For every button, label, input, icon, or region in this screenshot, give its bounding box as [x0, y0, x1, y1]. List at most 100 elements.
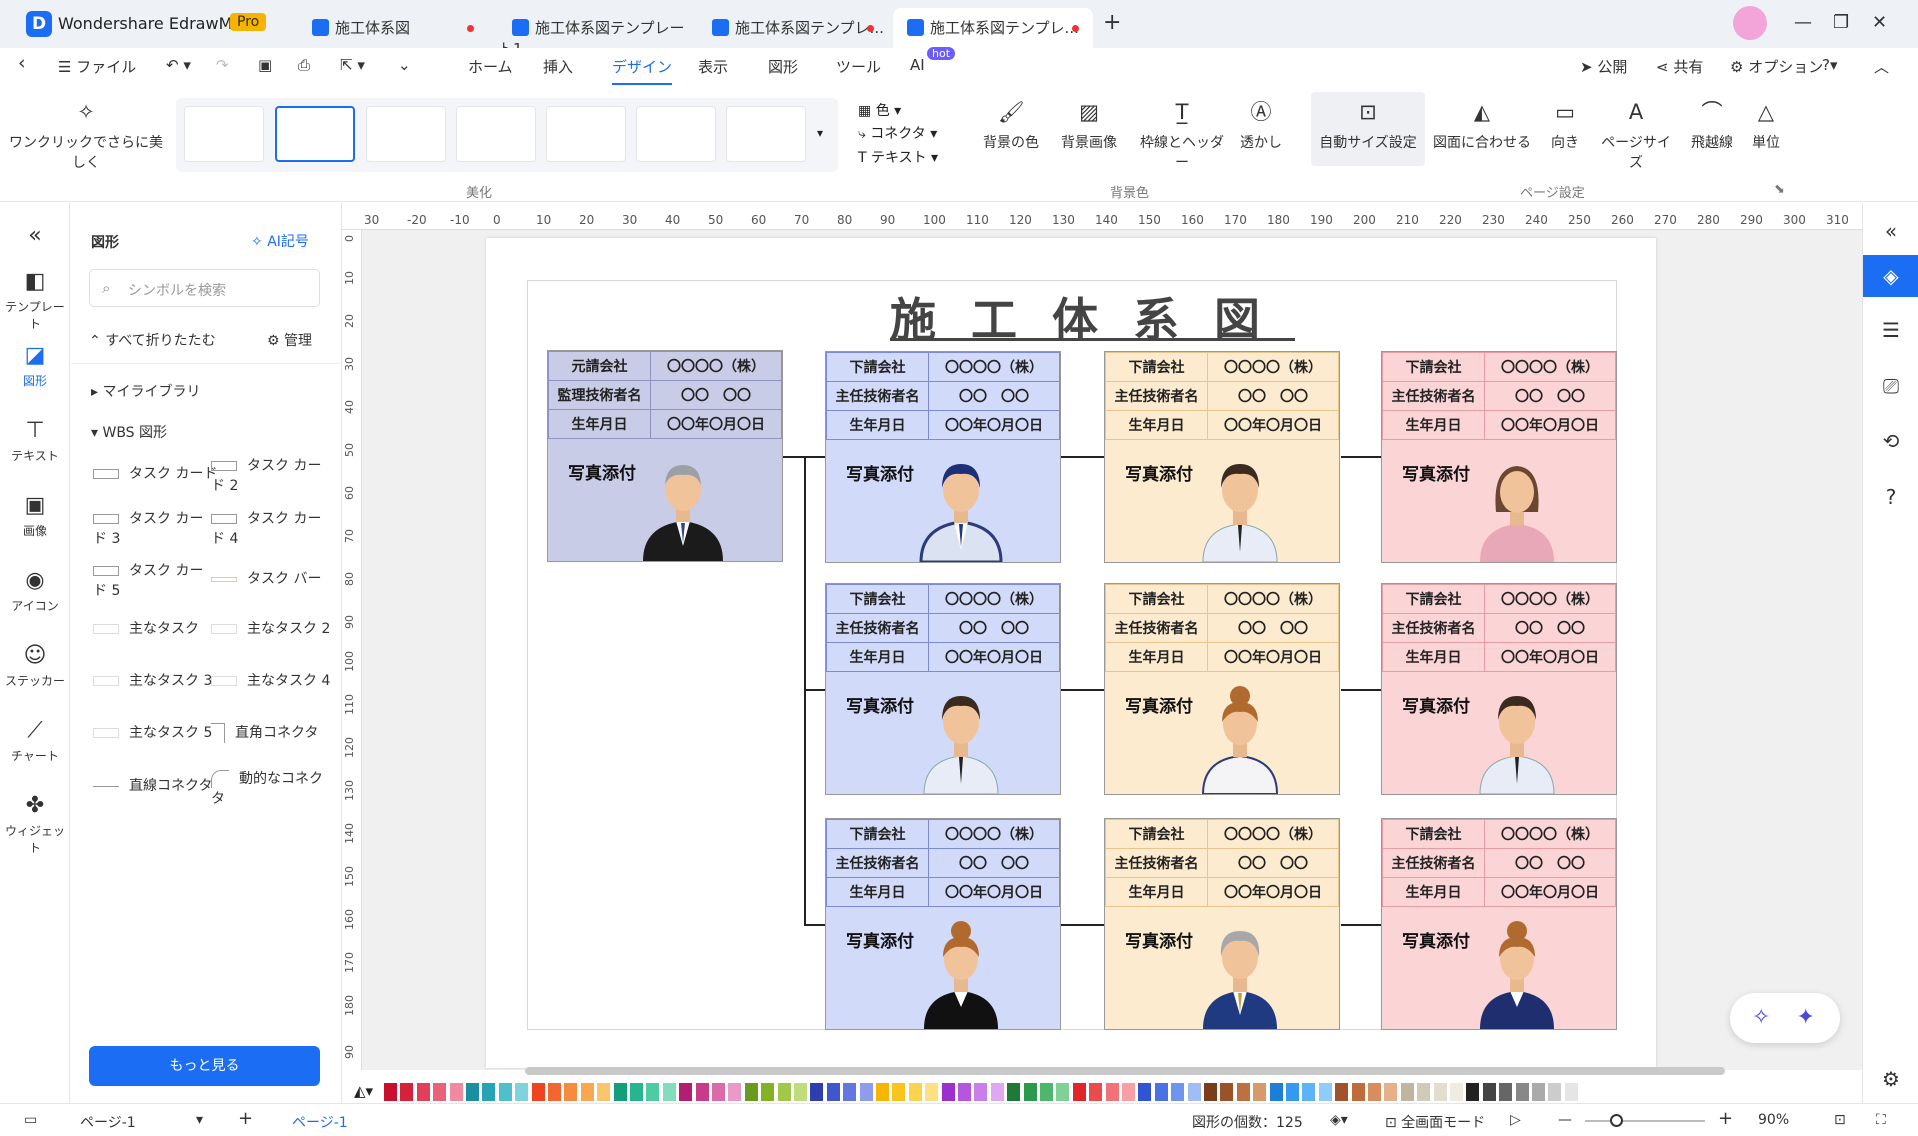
color-swatch[interactable]	[1286, 1083, 1299, 1101]
menu-design[interactable]: デザイン	[612, 56, 673, 85]
shape-item[interactable]: タスク カード 3	[93, 508, 208, 548]
color-swatch[interactable]	[1466, 1083, 1480, 1101]
page-panel-toggle-icon[interactable]: ▭	[24, 1112, 37, 1128]
color-swatch[interactable]	[384, 1083, 397, 1101]
one-click-beautify-button[interactable]: ✧ ワンクリックでさらに美しく	[8, 100, 164, 172]
color-swatch[interactable]	[1482, 1083, 1496, 1101]
subcontractor-card[interactable]: 下請会社 〇〇〇〇（株） 主任技術者名 〇〇 〇〇 生年月日 〇〇年〇月〇日 写真添付	[1381, 818, 1617, 1030]
color-swatch[interactable]	[876, 1083, 889, 1101]
color-swatch[interactable]	[646, 1083, 660, 1101]
color-swatch[interactable]	[1433, 1083, 1447, 1101]
close-icon[interactable]: ✕	[1872, 12, 1887, 33]
color-swatch[interactable]	[662, 1083, 676, 1101]
background-image-button[interactable]: ▨ 背景画像	[1056, 100, 1122, 152]
color-swatch[interactable]	[974, 1083, 988, 1101]
color-swatch[interactable]	[498, 1083, 512, 1101]
color-swatch[interactable]	[1548, 1083, 1562, 1101]
nav-text[interactable]: ⊤ テキスト	[0, 418, 70, 464]
color-swatch[interactable]	[1154, 1083, 1168, 1101]
color-swatch[interactable]	[433, 1083, 447, 1101]
layout-theme-5[interactable]	[546, 106, 626, 162]
nav-charts[interactable]: ⟋ チャート	[0, 718, 70, 764]
shape-item[interactable]: 主なタスク 5	[93, 722, 212, 742]
menu-ai[interactable]: AI	[910, 56, 925, 74]
color-swatch[interactable]	[1400, 1083, 1414, 1101]
options-button[interactable]: ⚙ オプション	[1730, 56, 1823, 77]
quick-access-more-icon[interactable]: ⌄	[398, 56, 411, 74]
nav-widgets[interactable]: ✤ ウィジェット	[0, 793, 70, 856]
color-swatch[interactable]	[1499, 1083, 1513, 1101]
color-swatch[interactable]	[1105, 1083, 1119, 1101]
nav-templates[interactable]: ◧ テンプレート	[0, 269, 70, 332]
page-properties-icon[interactable]: ☰	[1877, 316, 1905, 344]
page-selector-dropdown[interactable]: ページ-1 ▾	[80, 1112, 210, 1132]
color-swatch[interactable]	[761, 1083, 775, 1101]
color-swatch[interactable]	[1450, 1083, 1463, 1101]
ai-assistant-floating-button[interactable]: ✧✦	[1730, 993, 1840, 1043]
color-swatch[interactable]	[908, 1083, 922, 1101]
layers-icon[interactable]: ◈▾	[1330, 1112, 1348, 1128]
connector-line[interactable]	[1060, 456, 1104, 458]
back-icon[interactable]: ‹	[18, 52, 26, 74]
connector-line[interactable]	[1341, 924, 1381, 926]
ai-symbol-button[interactable]: ✧ AI記号	[251, 231, 309, 251]
color-swatch[interactable]	[548, 1083, 561, 1101]
jump-line-button[interactable]: ⌒ 飛越線	[1682, 100, 1742, 152]
undo-icon[interactable]: ↶ ▾	[166, 56, 191, 74]
shape-item[interactable]: 主なタスク 4	[211, 670, 330, 690]
document-tab-active[interactable]: 施工体系図テンプレ...	[893, 8, 1093, 48]
color-swatch[interactable]	[777, 1083, 791, 1101]
subcontractor-card[interactable]: 下請会社 〇〇〇〇（株） 主任技術者名 〇〇 〇〇 生年月日 〇〇年〇月〇日 写真添付	[1104, 583, 1340, 795]
file-menu[interactable]: ☰ ファイル	[58, 56, 136, 77]
maximize-icon[interactable]: ❐	[1833, 12, 1849, 33]
connector-line[interactable]	[1341, 456, 1381, 458]
connector-line[interactable]	[804, 924, 825, 926]
layout-theme-6[interactable]	[636, 106, 716, 162]
color-swatch[interactable]	[1335, 1083, 1349, 1101]
subcontractor-card[interactable]: 下請会社 〇〇〇〇（株） 主任技術者名 〇〇 〇〇 生年月日 〇〇年〇月〇日 写真添付	[825, 818, 1061, 1030]
fit-to-drawing-button[interactable]: ◭ 図面に合わせる	[1432, 100, 1532, 152]
subcontractor-card[interactable]: 下請会社 〇〇〇〇（株） 主任技術者名 〇〇 〇〇 生年月日 〇〇年〇月〇日 写真添付	[825, 351, 1061, 563]
color-swatch[interactable]	[1204, 1083, 1217, 1101]
my-library-section[interactable]: ▸ マイライブラリ	[91, 381, 200, 401]
shape-item[interactable]: 主なタスク 3	[93, 670, 212, 690]
color-swatch[interactable]	[892, 1083, 906, 1101]
orientation-button[interactable]: ▭ 向き	[1540, 100, 1590, 152]
page-size-button[interactable]: A ページサイズ	[1596, 100, 1676, 172]
zoom-in-icon[interactable]: +	[1718, 1108, 1733, 1129]
expand-icon[interactable]: ⛶	[1876, 1112, 1886, 1128]
page-settings-dialog-icon[interactable]: ⬊	[1774, 182, 1785, 197]
share-button[interactable]: ⋖ 共有	[1656, 56, 1703, 77]
document-tab[interactable]: 施工体系図テンプレ...	[698, 8, 888, 48]
color-swatch[interactable]	[826, 1083, 840, 1101]
color-swatch[interactable]	[1007, 1083, 1021, 1101]
subcontractor-card[interactable]: 下請会社 〇〇〇〇（株） 主任技術者名 〇〇 〇〇 生年月日 〇〇年〇月〇日 写真添付	[1104, 818, 1340, 1030]
shape-item[interactable]: 直角コネクタ	[211, 722, 318, 743]
color-swatch[interactable]	[1564, 1083, 1578, 1101]
redo-icon[interactable]: ↷	[216, 56, 229, 74]
add-page-icon[interactable]: +	[238, 1108, 253, 1129]
color-swatch[interactable]	[416, 1083, 430, 1101]
symbol-search-input[interactable]: ⌕ シンボルを検索	[89, 269, 320, 307]
export-icon[interactable]: ⇱ ▾	[340, 56, 365, 74]
diagram-title[interactable]: 施工体系図	[890, 284, 1295, 350]
connector-line[interactable]	[804, 689, 825, 691]
shape-item[interactable]: タスク バー	[211, 568, 321, 588]
settings-gear-icon[interactable]: ⚙	[1877, 1065, 1905, 1093]
shape-item[interactable]: 動的なコネクタ	[211, 768, 336, 808]
nav-icons[interactable]: ◉ アイコン	[0, 568, 70, 614]
color-swatch[interactable]	[794, 1083, 807, 1101]
connector-line[interactable]	[1341, 689, 1381, 691]
layout-theme-4[interactable]	[456, 106, 536, 162]
color-swatch[interactable]	[1040, 1083, 1053, 1101]
menu-home[interactable]: ホーム	[468, 56, 513, 77]
prime-contractor-card[interactable]: 元請会社 〇〇〇〇（株） 監理技術者名 〇〇 〇〇 生年月日 〇〇年〇月〇日 写真添付	[547, 350, 783, 562]
shape-item[interactable]: タスク カード	[93, 463, 217, 483]
color-swatch[interactable]	[990, 1083, 1004, 1101]
fill-bucket-icon[interactable]: ◭▾	[354, 1082, 373, 1100]
connector-line[interactable]	[781, 456, 825, 458]
color-swatch[interactable]	[630, 1083, 643, 1101]
color-swatch[interactable]	[1089, 1083, 1103, 1101]
zoom-out-icon[interactable]: —	[1558, 1112, 1572, 1128]
manage-button[interactable]: ⚙ 管理	[267, 330, 312, 350]
